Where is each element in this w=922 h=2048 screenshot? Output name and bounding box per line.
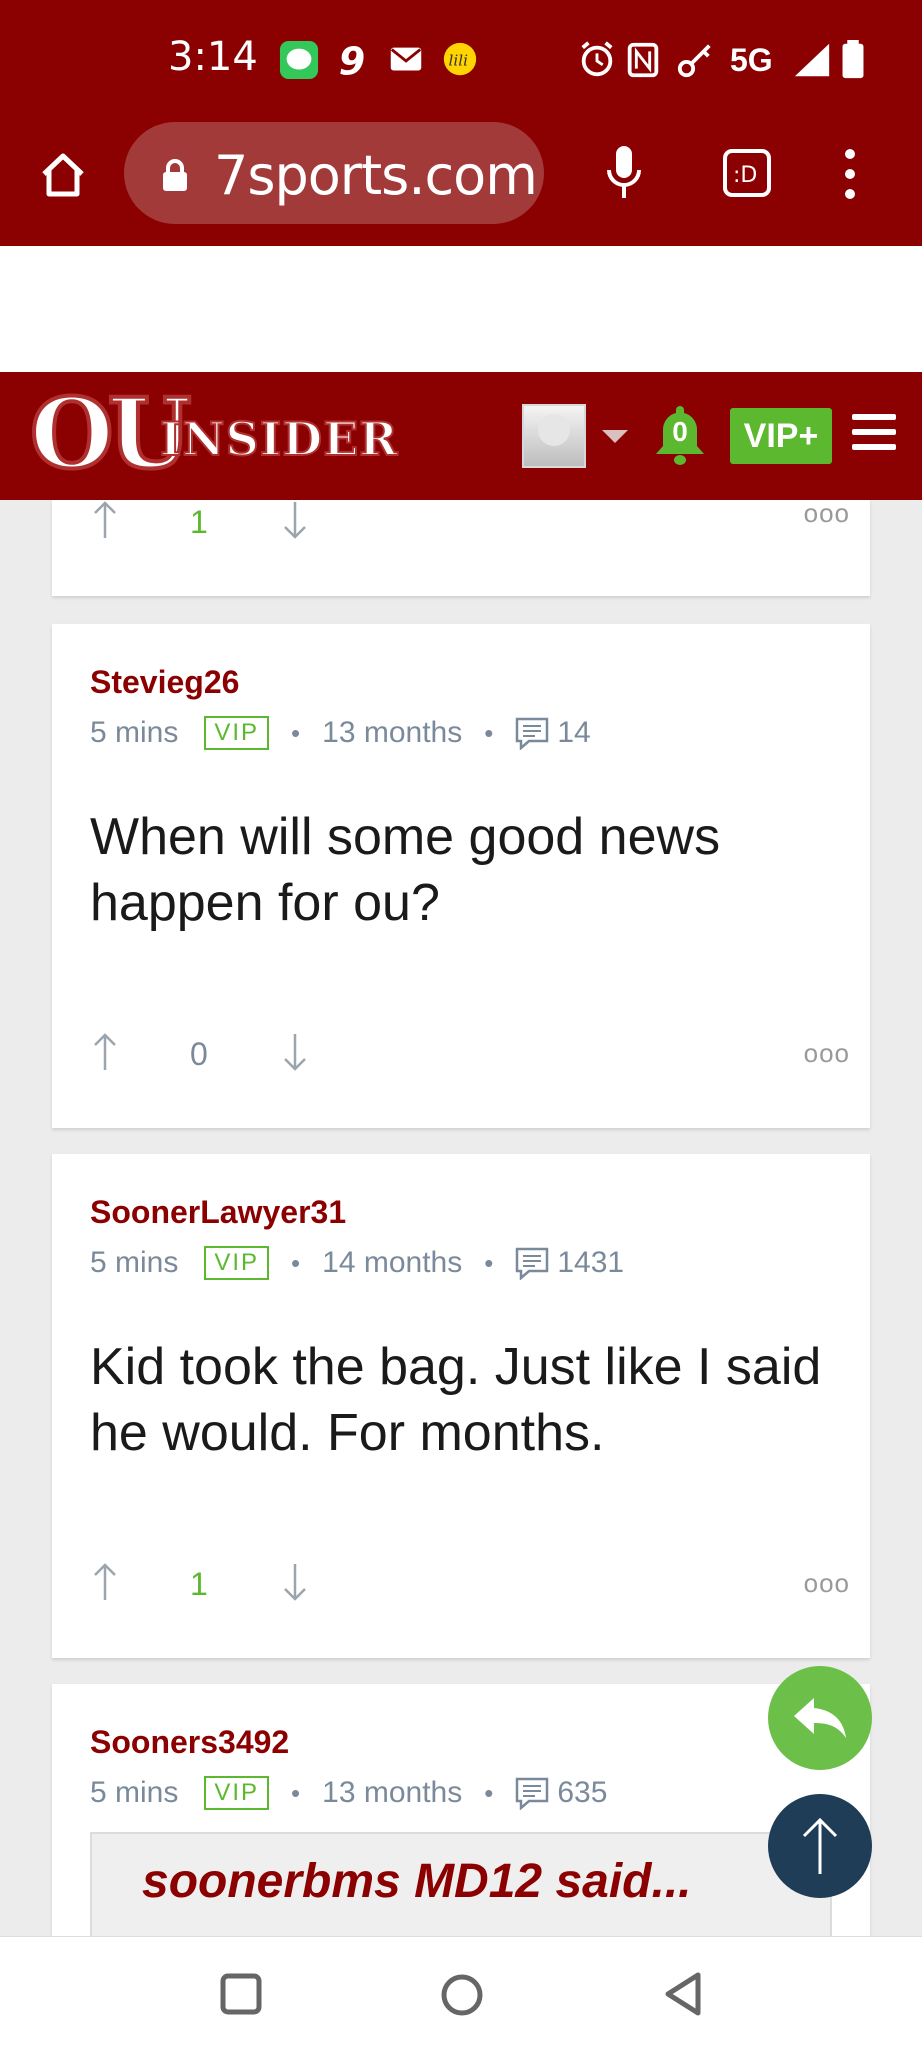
network-type: 5G [730, 42, 773, 78]
svg-text:9: 9 [339, 40, 366, 80]
vip-plus-button[interactable]: VIP+ [730, 408, 832, 464]
home-icon[interactable] [38, 150, 88, 200]
browser-toolbar: 7sports.com :D [0, 120, 922, 246]
mail-icon [390, 47, 422, 71]
notification-count: 0 [672, 416, 688, 447]
vote-controls: 0 ooo [90, 1032, 850, 1082]
status-time: 3:14 [168, 34, 258, 80]
tabs-switcher-icon[interactable]: :D [722, 148, 772, 198]
vote-controls: 1 ooo [90, 498, 850, 550]
separator-dot: • [291, 1777, 301, 1808]
nine-app-icon: 9 [339, 40, 366, 80]
nfc-icon [627, 42, 659, 78]
separator-dot: • [484, 1777, 494, 1808]
svg-text:lili: lili [449, 52, 469, 70]
arrow-up-icon [802, 1817, 838, 1874]
vote-controls: 1 ooo [90, 1562, 850, 1612]
url-text: 7sports.com [214, 144, 538, 207]
comment-meta: 5 mins VIP • 14 months • 1431 [90, 1246, 624, 1280]
downvote-arrow-icon[interactable] [280, 1562, 310, 1602]
lili-app-icon: lili [443, 42, 477, 76]
comment-card: SoonerLawyer31 5 mins VIP • 14 months • … [52, 1154, 870, 1658]
address-bar[interactable]: 7sports.com [124, 122, 544, 224]
site-header: OU INSIDER 0 VIP+ [0, 372, 922, 500]
comment-card: Sooners3492 5 mins VIP • 13 months • 635… [52, 1684, 870, 1936]
downvote-arrow-icon[interactable] [280, 1032, 310, 1072]
post-count-icon [516, 717, 549, 750]
home-circle-icon[interactable] [440, 1973, 484, 2017]
comment-meta: 5 mins VIP • 13 months • 14 [90, 716, 591, 750]
post-count: 1431 [557, 1246, 625, 1279]
separator-dot: • [484, 717, 494, 748]
scroll-to-top-button[interactable] [768, 1794, 872, 1898]
member-tenure: 13 months [322, 1776, 463, 1809]
lock-icon [163, 159, 187, 191]
post-count: 635 [557, 1776, 608, 1809]
comment-card: Stevieg26 5 mins VIP • 13 months • 14 Wh… [52, 624, 870, 1128]
comment-username[interactable]: Sooners3492 [90, 1724, 289, 1761]
chevron-down-icon[interactable] [602, 430, 628, 443]
signal-icon [794, 43, 830, 77]
member-tenure: 14 months [322, 1246, 463, 1279]
system-nav-bar [0, 1936, 922, 2048]
logo-insider-text: INSIDER [159, 411, 399, 467]
upvote-arrow-icon[interactable] [90, 1562, 120, 1602]
microphone-icon[interactable] [604, 144, 644, 202]
back-triangle-icon[interactable] [662, 1971, 704, 2017]
recents-square-icon[interactable] [220, 1973, 262, 2015]
member-tenure: 13 months [322, 716, 463, 749]
reply-button[interactable] [768, 1666, 872, 1770]
reply-arrow-icon [794, 1698, 846, 1738]
comment-card: 1 ooo [52, 498, 870, 596]
vote-count: 0 [190, 1036, 208, 1072]
more-options-icon[interactable]: ooo [804, 1568, 850, 1599]
quote-attribution: soonerbms MD12 said... [142, 1855, 692, 1908]
messages-app-icon [279, 40, 319, 80]
comment-username[interactable]: Stevieg26 [90, 664, 239, 701]
post-count-icon [516, 1777, 549, 1810]
vote-count: 1 [190, 504, 208, 540]
ad-space [0, 246, 922, 372]
comment-time: 5 mins [90, 1246, 179, 1279]
comment-username[interactable]: SoonerLawyer31 [90, 1194, 346, 1231]
svg-text::D: :D [733, 163, 757, 188]
user-avatar[interactable] [522, 404, 586, 468]
comment-time: 5 mins [90, 1776, 179, 1809]
battery-icon [842, 40, 864, 79]
comment-body: When will some good news happen for ou? [90, 808, 721, 932]
vip-badge: VIP [204, 1246, 270, 1280]
status-bar: 3:14 9 lili 5G [0, 0, 922, 120]
vote-count: 1 [190, 1566, 208, 1602]
comment-meta: 5 mins VIP • 13 months • 635 [90, 1776, 607, 1810]
quote-block: soonerbms MD12 said... [90, 1832, 832, 1936]
downvote-arrow-icon[interactable] [280, 500, 310, 540]
separator-dot: • [484, 1247, 494, 1278]
post-count-icon [516, 1247, 549, 1280]
hamburger-menu-icon[interactable] [852, 414, 896, 454]
upvote-arrow-icon[interactable] [90, 1032, 120, 1072]
comment-body: Kid took the bag. Just like I said he wo… [90, 1338, 822, 1462]
more-options-icon[interactable]: ooo [804, 498, 850, 529]
alarm-icon [581, 41, 613, 77]
separator-dot: • [291, 1247, 301, 1278]
more-options-icon[interactable]: ooo [804, 1038, 850, 1069]
vip-badge: VIP [204, 1776, 270, 1810]
separator-dot: • [291, 717, 301, 748]
post-count: 14 [557, 716, 591, 749]
upvote-arrow-icon[interactable] [90, 500, 120, 540]
vip-badge: VIP [204, 716, 270, 750]
vpn-key-icon [677, 44, 711, 78]
more-vert-icon[interactable] [836, 148, 864, 200]
comment-time: 5 mins [90, 716, 179, 749]
